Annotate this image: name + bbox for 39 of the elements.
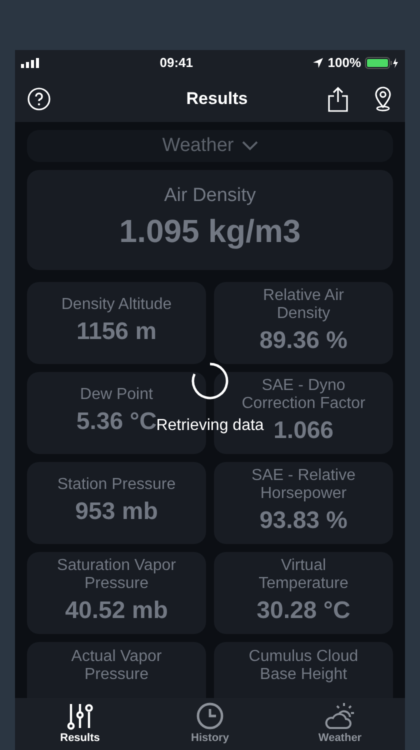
measurement-label: Dew Point (80, 386, 153, 404)
sun-behind-cloud-icon (324, 702, 356, 730)
measurement-value: 93.83 % (259, 506, 348, 536)
chevron-down-icon (242, 141, 258, 151)
battery-percentage: 100% (328, 54, 361, 72)
measurement-label: Actual Vapor Pressure (70, 648, 163, 685)
measurement-label: Air Density (164, 185, 256, 207)
battery-icon (365, 57, 399, 69)
tab-bar-item[interactable]: Results (15, 698, 145, 750)
measurement-value: 40.52 mb (65, 596, 168, 626)
loading-message: Retrieving data (156, 416, 264, 436)
measurement-label: Density Altitude (61, 296, 172, 314)
measurement-value: 953 mb (75, 497, 158, 528)
screen-title: Results (186, 88, 248, 110)
measurement-label: Virtual Temperature (258, 556, 350, 594)
measurement-label: SAE - Relative Horsepower (250, 466, 357, 504)
measurement-value: 1156 m (76, 317, 157, 348)
tab-bar-item[interactable]: Weather (275, 698, 405, 750)
help-icon[interactable] (27, 87, 51, 111)
measurement-label: SAE - Dyno Correction Factor (240, 376, 366, 414)
location-pin-icon[interactable] (372, 86, 393, 112)
tab-bar-item[interactable]: History (145, 698, 275, 750)
status-time: 09:41 (160, 54, 193, 72)
measurement-label: Saturation Vapor Pressure (56, 556, 177, 594)
measurement-value: 5.36 °C (76, 407, 157, 438)
measurement-label: Cumulus Cloud Base Height (248, 648, 360, 685)
measurement-value: 1.095 kg/m3 (119, 212, 301, 251)
loading-spinner-icon (191, 362, 229, 400)
measurement-label: Station Pressure (57, 476, 176, 494)
measurement-value: 1.066 (273, 416, 334, 446)
measurement-value: 89.36 % (259, 326, 348, 356)
measurement-label: Relative Air Density (262, 286, 345, 324)
sliders-icon (66, 702, 94, 730)
share-icon[interactable] (326, 86, 349, 112)
measurement-value: 30.28 °C (256, 596, 350, 626)
signal-icon (21, 58, 41, 68)
category-dropdown[interactable]: Weather (27, 130, 393, 162)
clock-icon (196, 702, 224, 730)
location-arrow-icon (312, 57, 324, 69)
